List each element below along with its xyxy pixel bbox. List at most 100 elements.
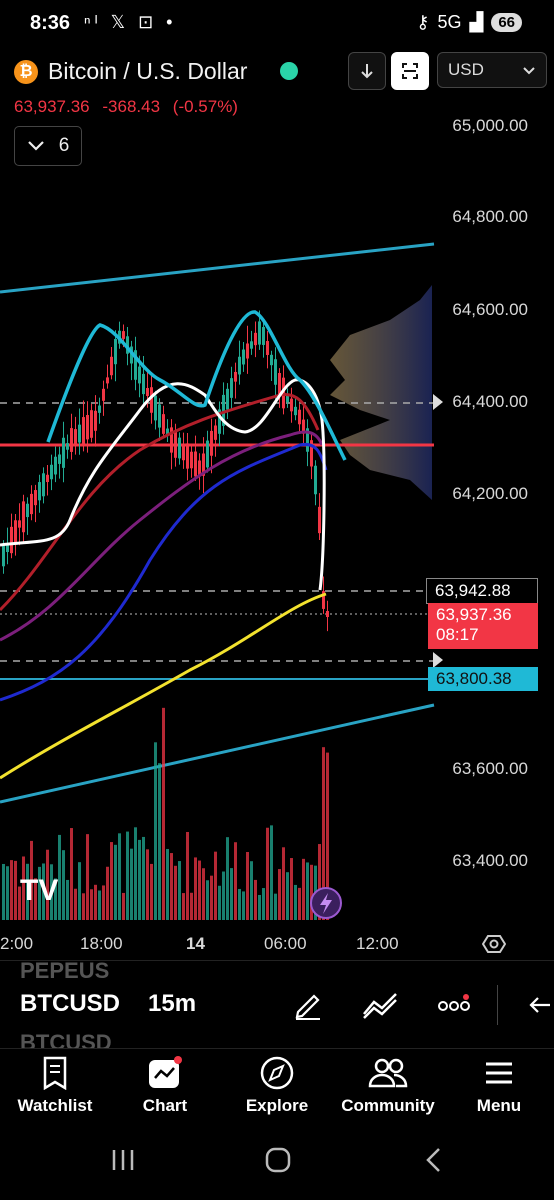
volume-bar [306, 862, 309, 920]
volume-bar [214, 851, 217, 920]
chart-icon [149, 1056, 182, 1088]
volume-bar [202, 868, 205, 920]
candle-body [34, 490, 37, 506]
candle-body [162, 414, 165, 434]
volume-bar [190, 892, 193, 920]
volume-bar [142, 836, 145, 920]
fullscreen-icon [402, 63, 418, 79]
x-axis-label: 2:00 [0, 934, 34, 953]
home-icon[interactable] [264, 1146, 292, 1174]
level-marker-icon [433, 394, 443, 410]
volume-bar [114, 844, 117, 920]
candle-body [262, 327, 265, 345]
candle-body [42, 473, 45, 497]
candle-body [206, 440, 209, 468]
volume-bar [250, 861, 253, 920]
x-axis-label: 12:00 [356, 934, 399, 953]
status-right: ⚷ 5G ▟ 66 [416, 12, 522, 33]
nav-community[interactable]: Community [333, 1056, 443, 1116]
candle-body [86, 415, 89, 440]
nav-chart[interactable]: Chart [110, 1056, 220, 1116]
volume-bar [150, 863, 153, 920]
x-axis-label: 14 [186, 934, 205, 953]
symbol-selector[interactable]: BTCUSD [20, 990, 120, 1018]
currency-select[interactable]: USD [437, 52, 547, 88]
candlestick-series [2, 310, 329, 632]
candle-body [246, 343, 249, 359]
candle-body [182, 443, 185, 461]
network-label: 5G [437, 12, 462, 32]
volume-bar [162, 707, 165, 920]
nav-explore[interactable]: Explore [222, 1056, 332, 1116]
undo-icon[interactable] [528, 994, 552, 1016]
candle-body [298, 409, 301, 425]
volume-bar [122, 892, 125, 920]
channel-upper-line [0, 242, 435, 294]
candle-body [154, 395, 157, 421]
download-button[interactable] [348, 52, 386, 90]
watchlist-icon [43, 1056, 67, 1090]
volume-bar [102, 885, 105, 920]
volume-bar [58, 834, 61, 920]
volume-bar [90, 889, 93, 920]
more-dots-icon [438, 994, 470, 1011]
nav-menu[interactable]: Menu [444, 1056, 554, 1116]
nav-watchlist[interactable]: Watchlist [0, 1056, 110, 1116]
volume-bar [254, 879, 257, 920]
candle-body [46, 474, 49, 483]
candle-body [150, 387, 153, 413]
volume-bar [158, 763, 161, 920]
candle-body [194, 451, 197, 477]
volume-bar [222, 871, 225, 920]
price-chart[interactable]: TV [0, 110, 554, 922]
candle-body [10, 526, 13, 554]
interval-selector[interactable]: 15m [148, 990, 196, 1018]
fullscreen-button[interactable] [391, 52, 429, 90]
candle-body [214, 425, 217, 440]
y-axis-label: 64,600.00 [452, 300, 528, 319]
candle-body [226, 388, 229, 410]
candle-body [254, 332, 257, 346]
nav-label: Menu [476, 1096, 522, 1115]
volume-bar [290, 858, 293, 920]
volume-bar [78, 862, 81, 920]
candle-body [138, 366, 141, 384]
indicators-icon[interactable] [362, 990, 398, 1020]
candle-body [190, 451, 193, 469]
recent-apps-icon[interactable] [108, 1146, 138, 1174]
volume-bar [234, 842, 237, 920]
volume-bar [170, 853, 173, 920]
volume-bar [62, 850, 65, 920]
volume-bar [82, 893, 85, 920]
divider [0, 1048, 554, 1049]
volume-bar [14, 860, 17, 920]
drawing-pen-icon[interactable] [292, 988, 324, 1020]
bitcoin-logo-icon: ₿ [14, 60, 38, 84]
back-icon[interactable] [422, 1146, 446, 1174]
symbol-title[interactable]: Bitcoin / U.S. Dollar [48, 58, 247, 85]
candle-body [314, 465, 317, 495]
volume-bar [282, 847, 285, 920]
volume-bar [98, 890, 101, 920]
y-axis-label: 64,200.00 [452, 484, 528, 503]
candle-body [94, 410, 97, 431]
chart-settings-icon[interactable] [482, 932, 506, 956]
volume-bar [210, 875, 213, 920]
y-axis-label: 63,400.00 [452, 851, 528, 870]
y-axis-label: 64,800.00 [452, 207, 528, 226]
candle-body [266, 341, 269, 355]
volume-bar [218, 885, 221, 920]
volume-bar [266, 827, 269, 920]
more-options-button[interactable] [438, 994, 472, 1019]
volume-bar [186, 831, 189, 920]
volume-bar [110, 842, 113, 920]
candle-body [2, 545, 5, 567]
candle-body [50, 464, 53, 480]
candle-body [270, 354, 273, 366]
candle-body [114, 338, 117, 365]
candle-body [230, 378, 233, 398]
chevron-down-icon [523, 67, 535, 75]
volume-bar [178, 861, 181, 920]
nav-label: Watchlist [17, 1096, 93, 1115]
nav-label: Community [341, 1096, 435, 1115]
